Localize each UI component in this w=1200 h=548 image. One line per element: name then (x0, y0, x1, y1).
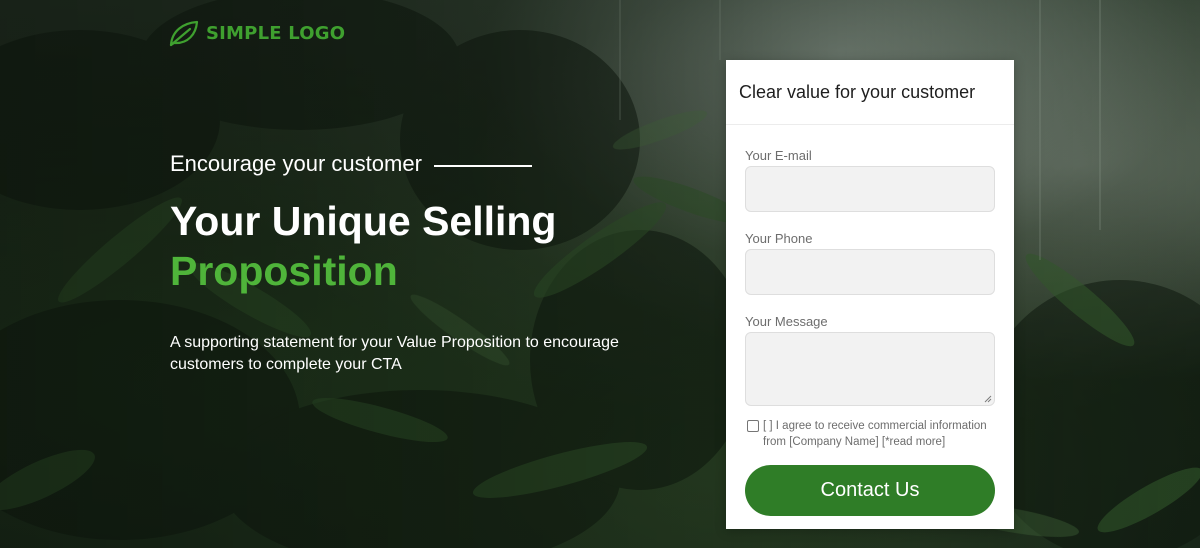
hero-kicker: Encourage your customer (170, 151, 532, 177)
consent-checkbox[interactable] (747, 420, 759, 432)
headline-line-1: Your Unique Selling (170, 198, 557, 244)
message-textarea[interactable] (745, 332, 995, 406)
phone-field[interactable] (745, 249, 995, 295)
message-label: Your Message (745, 314, 828, 329)
supporting-statement: A supporting statement for your Value Pr… (170, 334, 619, 373)
hero-headline: Your Unique Selling Proposition (170, 196, 556, 296)
form-header: Clear value for your customer (726, 60, 1014, 125)
consent-row: [ ] I agree to receive commercial inform… (747, 418, 995, 450)
headline-line-2: Proposition (170, 248, 398, 294)
consent-text: [ ] I agree to receive commercial inform… (763, 420, 987, 448)
contact-form-card: Clear value for your customer Your E-mai… (726, 60, 1014, 529)
logo-text: SIMPLE LOGO (206, 22, 346, 44)
email-field[interactable] (745, 166, 995, 212)
resize-handle-icon[interactable] (984, 395, 992, 403)
phone-label: Your Phone (745, 231, 813, 246)
contact-us-button[interactable]: Contact Us (745, 465, 995, 516)
leaf-icon (169, 20, 199, 47)
form-title: Clear value for your customer (739, 81, 976, 102)
kicker-divider (433, 165, 532, 167)
contact-form: Your E-mail Your Phone Your Message [ ] … (726, 125, 1014, 516)
email-label: Your E-mail (745, 148, 812, 163)
site-logo[interactable]: SIMPLE LOGO (168, 18, 345, 48)
hero-section: SIMPLE LOGO Encourage your customer Your… (0, 0, 1200, 548)
kicker-text: Encourage your customer (170, 151, 422, 176)
